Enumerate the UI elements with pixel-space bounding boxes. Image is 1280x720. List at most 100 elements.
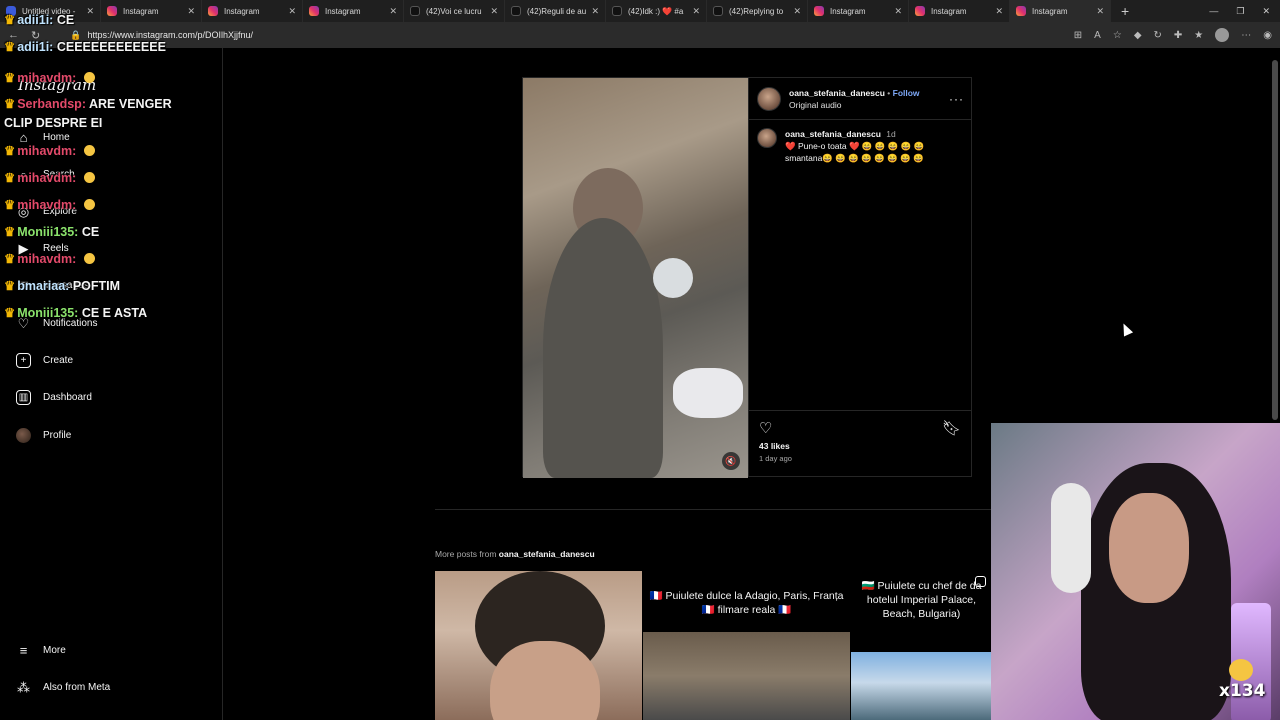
- post-header: oana_stefania_danescu • Follow Original …: [749, 78, 972, 120]
- more-options-icon[interactable]: ···: [949, 92, 964, 106]
- tab-label: Instagram: [224, 6, 260, 16]
- original-audio-link[interactable]: Original audio: [789, 100, 841, 110]
- chat-message: ♛ mihavdm:: [4, 251, 95, 266]
- plus-icon: +: [16, 353, 31, 368]
- chat-badges-icon: ♛: [4, 252, 16, 266]
- sidebar-item-profile[interactable]: Profile: [16, 428, 71, 443]
- sidebar-item-more[interactable]: ≡ More: [16, 643, 66, 658]
- restore-icon[interactable]: ❐: [1236, 6, 1244, 17]
- chat-message: ♛ mihavdm:: [4, 70, 95, 85]
- emoji-icon: [83, 253, 95, 264]
- browser-tab[interactable]: Instagram ✕: [101, 0, 202, 22]
- chat-username: Moniii135:: [17, 225, 79, 239]
- chat-badges-icon: ♛: [4, 144, 16, 158]
- sidebar-item-label: More: [43, 645, 66, 656]
- favorites-icon[interactable]: ★: [1194, 30, 1203, 41]
- refresh-extension-icon[interactable]: ↻: [1154, 30, 1162, 41]
- tab-close-icon[interactable]: ✕: [591, 6, 599, 17]
- chat-badges-icon: ♛: [4, 279, 16, 293]
- tab-favicon-icon: [511, 6, 521, 16]
- more-posts-heading: More posts from oana_stefania_danescu: [435, 549, 595, 559]
- sidebar-item-create[interactable]: + Create: [16, 353, 73, 368]
- tab-label: (42)Idk :) ❤️ #a: [628, 6, 684, 16]
- more-post-thumbnail-3[interactable]: 🇧🇬 Puiulete cu chef de da hotelul Imperi…: [851, 571, 992, 720]
- chat-message: ♛ mihavdm:: [4, 143, 95, 158]
- browser-tab[interactable]: Instagram ✕: [202, 0, 303, 22]
- tab-favicon-icon: [713, 6, 723, 16]
- browser-tab[interactable]: Instagram ✕: [808, 0, 909, 22]
- tab-close-icon[interactable]: ✕: [1096, 6, 1104, 17]
- chat-message: ♛ bmariaa: POFTIM: [4, 278, 120, 293]
- tab-close-icon[interactable]: ✕: [490, 6, 498, 17]
- more-posts-username[interactable]: oana_stefania_danescu: [499, 549, 595, 559]
- more-post-thumbnail-1[interactable]: [435, 571, 642, 720]
- page-scrollbar[interactable]: [1272, 60, 1278, 420]
- chat-badges-icon: ♛: [4, 171, 16, 185]
- hamburger-icon: ≡: [19, 643, 28, 658]
- tab-close-icon[interactable]: ✕: [894, 6, 902, 17]
- chat-badges-icon: ♛: [4, 198, 16, 212]
- extension-icon[interactable]: ◆: [1134, 30, 1142, 41]
- sidebar-item-dashboard[interactable]: ▥ Dashboard: [16, 390, 92, 405]
- new-tab-button[interactable]: +: [1111, 3, 1139, 19]
- chat-username: mihavdm:: [17, 171, 77, 185]
- tab-close-icon[interactable]: ✕: [187, 6, 195, 17]
- like-heart-icon[interactable]: ♡: [759, 419, 772, 437]
- browser-tab[interactable]: (42)Idk :) ❤️ #a ✕: [606, 0, 707, 22]
- chat-username: mihavdm:: [17, 252, 77, 266]
- tab-favicon-icon: [309, 6, 319, 16]
- browser-tab[interactable]: (42)Reguli de au ✕: [505, 0, 606, 22]
- streamer-webcam: x134: [991, 423, 1280, 720]
- tab-close-icon[interactable]: ✕: [793, 6, 801, 17]
- tab-close-icon[interactable]: ✕: [692, 6, 700, 17]
- profile-icon[interactable]: [1215, 28, 1230, 42]
- tab-close-icon[interactable]: ✕: [995, 6, 1003, 17]
- browser-tab[interactable]: (42)Voi ce lucru ✕: [404, 0, 505, 22]
- browser-tab[interactable]: Instagram ✕: [303, 0, 404, 22]
- post-video[interactable]: 🔇: [523, 78, 748, 478]
- read-aloud-icon[interactable]: A: [1094, 30, 1101, 41]
- browser-tab[interactable]: (42)Replying to ✕: [707, 0, 808, 22]
- mouse-cursor-icon: [1118, 321, 1134, 337]
- extensions-icon[interactable]: ✚: [1174, 30, 1182, 41]
- chat-message: ♛ adii1i: CE: [4, 12, 74, 27]
- tab-close-icon[interactable]: ✕: [86, 6, 94, 17]
- chat-badges-icon: ♛: [4, 306, 16, 320]
- sidebar-item-also-from-meta[interactable]: ⁂ Also from Meta: [16, 680, 110, 695]
- chat-username: adii1i:: [17, 13, 54, 27]
- likes-count[interactable]: 43 likes: [759, 441, 961, 451]
- copilot-icon[interactable]: ◉: [1263, 30, 1272, 41]
- tab-close-icon[interactable]: ✕: [389, 6, 397, 17]
- sidebar-item-label: Dashboard: [43, 392, 92, 403]
- caption-username[interactable]: oana_stefania_danescu: [785, 129, 881, 139]
- tab-strip: Untitled video - ✕ Instagram ✕ Instagram ✕ Ins…: [0, 0, 1111, 22]
- chat-badges-icon: ♛: [4, 13, 16, 27]
- save-bookmark-icon[interactable]: 🔖︎: [942, 419, 961, 437]
- sidebar-item-label: Create: [43, 355, 74, 366]
- chat-message: ♛ Moniii135: CE: [4, 224, 99, 239]
- avatar[interactable]: [757, 86, 781, 111]
- favorite-icon[interactable]: ☆: [1113, 30, 1122, 41]
- mute-icon[interactable]: 🔇: [722, 452, 740, 470]
- minimize-icon[interactable]: —: [1209, 6, 1218, 17]
- post-username[interactable]: oana_stefania_danescu: [789, 88, 885, 98]
- tab-close-icon[interactable]: ✕: [288, 6, 296, 17]
- browser-tab[interactable]: Instagram ✕: [1010, 0, 1111, 22]
- tab-favicon-icon: [410, 6, 420, 16]
- close-window-icon[interactable]: ✕: [1262, 6, 1270, 17]
- follow-button[interactable]: Follow: [893, 88, 920, 98]
- caption-time[interactable]: 1d: [886, 129, 895, 139]
- dashboard-icon: ▥: [16, 390, 31, 405]
- tab-favicon-icon: [612, 6, 622, 16]
- more-post-thumbnail-2[interactable]: 🇫🇷 Puiulete dulce la Adagio, Paris, Fran…: [643, 571, 850, 720]
- browser-tab[interactable]: Instagram ✕: [909, 0, 1010, 22]
- emoji-icon: [83, 199, 95, 210]
- profile-avatar-icon: [16, 428, 31, 443]
- chat-text: CE: [81, 225, 100, 239]
- avatar[interactable]: [757, 128, 777, 148]
- tab-label: (42)Reguli de au: [527, 6, 587, 16]
- tab-favicon-icon: [107, 6, 117, 16]
- menu-icon[interactable]: ⋯: [1241, 30, 1251, 41]
- app-icon[interactable]: ⊞: [1074, 30, 1082, 41]
- chat-text: CLIP DESPRE EI: [4, 116, 103, 130]
